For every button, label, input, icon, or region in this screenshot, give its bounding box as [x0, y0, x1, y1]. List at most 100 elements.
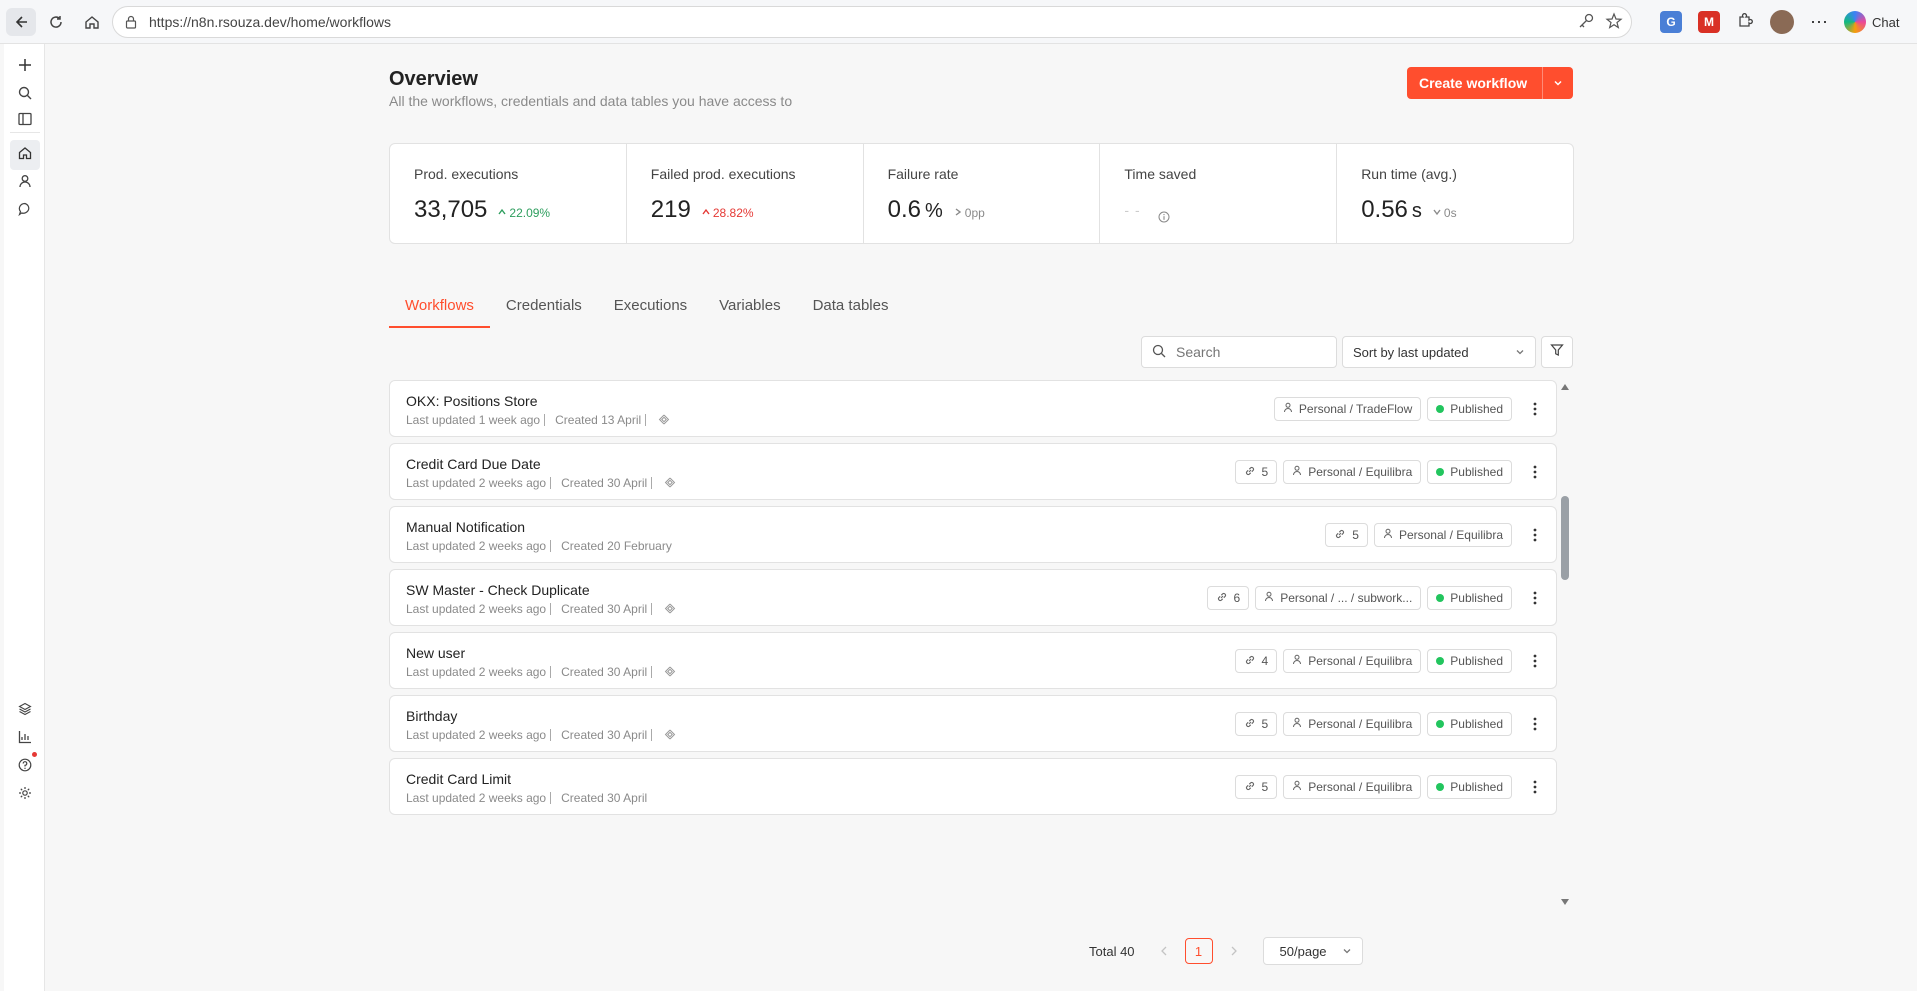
prev-page-icon[interactable]: [1153, 946, 1175, 956]
sort-select[interactable]: Sort by last updated: [1342, 336, 1536, 368]
tab-variables[interactable]: Variables: [703, 292, 796, 328]
workflow-created: Created 30 April: [561, 602, 648, 616]
workflow-card[interactable]: Credit Card Limit Last updated 2 weeks ag…: [389, 758, 1557, 815]
key-icon[interactable]: [1577, 12, 1595, 33]
workflow-title[interactable]: SW Master - Check Duplicate: [406, 582, 590, 598]
info-icon[interactable]: [1158, 210, 1170, 228]
mail-extension-icon[interactable]: M: [1698, 11, 1720, 33]
scrollbar-thumb[interactable]: [1561, 496, 1569, 580]
create-workflow-button[interactable]: Create workflow: [1407, 67, 1573, 99]
workflow-card[interactable]: Birthday Last updated 2 weeks ago Created …: [389, 695, 1557, 752]
more-options-icon[interactable]: [1524, 523, 1546, 547]
workflow-card[interactable]: Credit Card Due Date Last updated 2 weeks…: [389, 443, 1557, 500]
project-badge[interactable]: Personal / TradeFlow: [1273, 397, 1422, 421]
linked-count-badge[interactable]: 5: [1234, 712, 1278, 736]
stat-card: Run time (avg.) 0.56 s 0s: [1337, 144, 1573, 243]
stat-delta: 0s: [1432, 206, 1457, 220]
sort-value: Sort by last updated: [1353, 344, 1469, 360]
more-options-icon[interactable]: [1524, 460, 1546, 484]
search-input[interactable]: [1176, 344, 1316, 360]
project-path: Personal / Equilibra: [1398, 528, 1503, 542]
stat-delta: 22.09%: [497, 206, 550, 220]
workflow-title[interactable]: Credit Card Due Date: [406, 456, 541, 472]
chat-label: Chat: [1872, 14, 1900, 30]
scroll-down-arrow-icon[interactable]: [1561, 899, 1569, 905]
linked-count-badge[interactable]: 5: [1234, 460, 1278, 484]
workflow-actions: 5 Personal / Equilibra Published: [1234, 775, 1546, 799]
tab-data-tables[interactable]: Data tables: [797, 292, 905, 328]
workflow-card[interactable]: Manual Notification Last updated 2 weeks …: [389, 506, 1557, 563]
profile-avatar[interactable]: [1770, 10, 1794, 34]
linked-count-badge[interactable]: 6: [1206, 586, 1250, 610]
panel-toggle-icon[interactable]: [14, 108, 36, 130]
project-path: Personal / Equilibra: [1308, 465, 1413, 479]
meta-divider: [550, 666, 552, 678]
project-path: Personal / TradeFlow: [1298, 402, 1413, 416]
workflow-title[interactable]: New user: [406, 645, 465, 661]
caret-up-icon: [701, 206, 711, 220]
tab-workflows[interactable]: Workflows: [389, 292, 490, 328]
next-page-icon[interactable]: [1223, 946, 1245, 956]
search-field[interactable]: [1141, 336, 1337, 368]
chevron-down-icon[interactable]: [1543, 78, 1573, 88]
translate-extension-icon[interactable]: G: [1660, 11, 1682, 33]
more-menu-icon[interactable]: ⋯: [1810, 12, 1828, 33]
project-path: Personal / Equilibra: [1308, 654, 1413, 668]
home-browser-icon[interactable]: [78, 8, 106, 36]
more-options-icon[interactable]: [1524, 586, 1546, 610]
workflow-title[interactable]: Birthday: [406, 708, 457, 724]
templates-icon[interactable]: [14, 698, 36, 720]
address-bar[interactable]: https://n8n.rsouza.dev/home/workflows: [112, 6, 1632, 38]
favorite-star-icon[interactable]: [1605, 12, 1623, 33]
project-badge[interactable]: Personal / ... / subwork...: [1255, 586, 1422, 610]
back-icon[interactable]: [6, 8, 36, 36]
workflow-title[interactable]: Credit Card Limit: [406, 771, 511, 787]
workflow-title[interactable]: OKX: Positions Store: [406, 393, 538, 409]
linked-count-badge[interactable]: 5: [1325, 523, 1368, 547]
filter-button[interactable]: [1541, 336, 1573, 368]
workflow-updated: Last updated 2 weeks ago: [406, 791, 547, 805]
sidebar-item-personal[interactable]: [14, 172, 36, 194]
extensions-puzzle-icon[interactable]: [1736, 11, 1754, 34]
project-badge[interactable]: Personal / Equilibra: [1283, 712, 1422, 736]
reload-icon[interactable]: [42, 8, 70, 36]
insights-chart-icon[interactable]: [14, 726, 36, 748]
copilot-chat-button[interactable]: Chat: [1844, 11, 1899, 33]
workflow-card[interactable]: New user Last updated 2 weeks ago Created …: [389, 632, 1557, 689]
linked-count-badge[interactable]: 4: [1234, 649, 1278, 673]
page-number-current[interactable]: 1: [1184, 938, 1213, 964]
add-icon[interactable]: [14, 54, 36, 76]
linked-count-badge[interactable]: 5: [1234, 775, 1278, 799]
workflow-card[interactable]: SW Master - Check Duplicate Last updated …: [389, 569, 1557, 626]
create-workflow-label: Create workflow: [1419, 75, 1528, 91]
pagination: Total 40 1 50/page: [1089, 937, 1363, 965]
workflow-actions: 5 Personal / Equilibra Published: [1234, 460, 1546, 484]
stat-delta-value: 0s: [1443, 206, 1457, 220]
stat-number: 219: [650, 196, 691, 223]
project-badge[interactable]: Personal / Equilibra: [1283, 775, 1422, 799]
project-badge[interactable]: Personal / Equilibra: [1373, 523, 1512, 547]
tab-executions[interactable]: Executions: [598, 292, 703, 328]
search-icon[interactable]: [14, 82, 36, 104]
settings-gear-icon[interactable]: [14, 782, 36, 804]
scroll-up-arrow-icon[interactable]: [1561, 384, 1569, 390]
more-options-icon[interactable]: [1524, 649, 1546, 673]
status-badge: Published: [1427, 649, 1512, 673]
page-size-select[interactable]: 50/page: [1262, 937, 1363, 965]
more-options-icon[interactable]: [1524, 397, 1546, 421]
project-badge[interactable]: Personal / Equilibra: [1283, 649, 1422, 673]
project-badge[interactable]: Personal / Equilibra: [1283, 460, 1422, 484]
list-toolbar: Sort by last updated: [1141, 336, 1573, 368]
list-scrollbar[interactable]: [1561, 384, 1569, 905]
help-icon[interactable]: [14, 754, 36, 776]
meta-divider: [550, 540, 552, 552]
sidebar-item-overview[interactable]: [10, 140, 40, 170]
workflow-card[interactable]: OKX: Positions Store Last updated 1 week …: [389, 380, 1557, 437]
meta-divider: [645, 414, 647, 426]
workflow-title[interactable]: Manual Notification: [406, 519, 525, 535]
sidebar-item-chat[interactable]: [14, 200, 36, 222]
more-options-icon[interactable]: [1524, 712, 1546, 736]
tab-credentials[interactable]: Credentials: [490, 292, 598, 328]
more-options-icon[interactable]: [1524, 775, 1546, 799]
linked-count: 6: [1233, 591, 1241, 605]
